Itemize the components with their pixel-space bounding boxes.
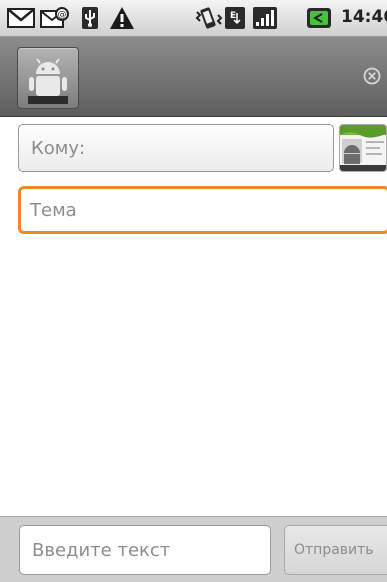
compose-bar: Отправить [0,516,387,582]
send-button[interactable]: Отправить [284,525,387,575]
to-input[interactable] [19,125,333,171]
subject-field[interactable] [18,186,387,234]
contact-picker-icon [340,125,386,171]
signal-icon [253,7,277,29]
close-icon[interactable] [362,66,382,86]
vibrate-icon [195,7,223,29]
warning-icon [110,7,134,29]
status-time: 14:46 [341,7,387,27]
android-robot-icon [28,58,68,104]
title-bar [0,37,387,117]
battery-icon [307,8,331,28]
svg-text:@: @ [58,10,67,20]
data-transfer-icon: E [225,7,245,29]
to-field[interactable] [18,124,334,172]
android-avatar-icon[interactable] [17,47,79,109]
status-bar: @ E 14:46 [0,0,387,37]
message-input[interactable] [20,526,270,574]
usb-icon [82,7,98,29]
contact-picker-button[interactable] [339,124,387,172]
gmail-icon [7,8,35,28]
subject-input[interactable] [21,189,387,231]
email-icon: @ [40,7,69,28]
svg-text:E: E [230,11,236,21]
message-field[interactable] [19,525,271,575]
